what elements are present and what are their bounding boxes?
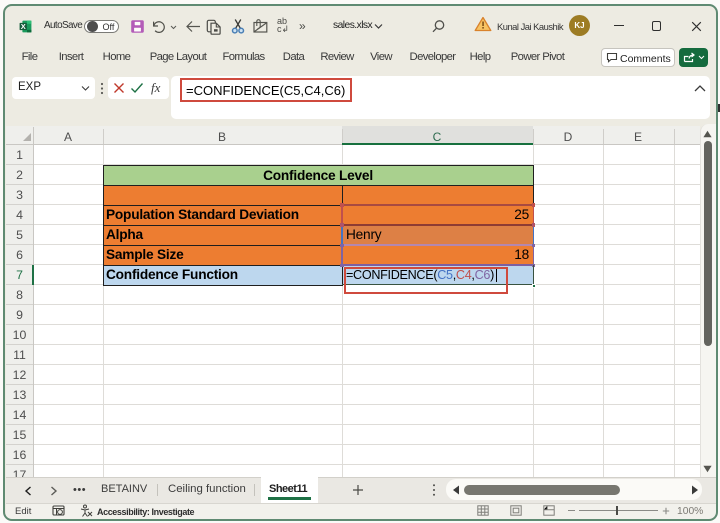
svg-text:X: X: [21, 22, 26, 31]
